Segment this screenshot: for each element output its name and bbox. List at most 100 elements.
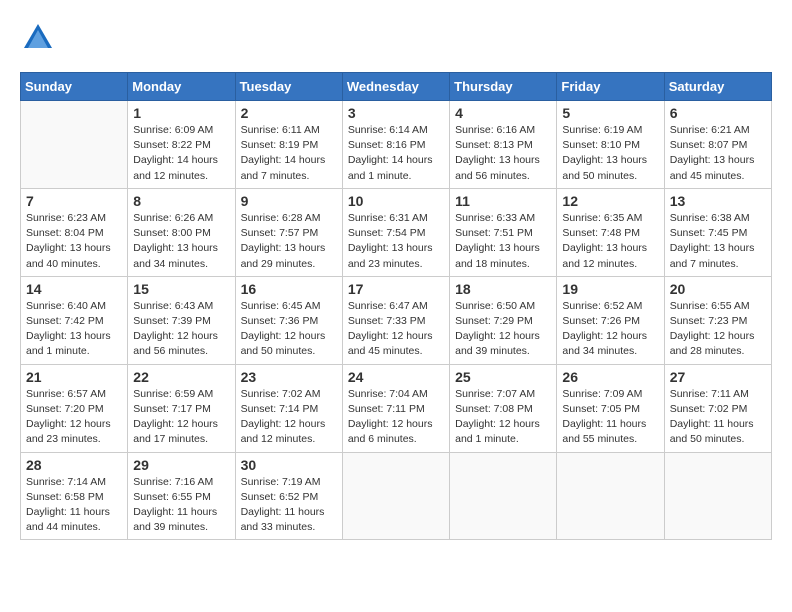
logo [20,20,62,56]
calendar-week-2: 7 Sunrise: 6:23 AM Sunset: 8:04 PM Daylig… [21,188,772,276]
calendar-cell: 23 Sunrise: 7:02 AM Sunset: 7:14 PM Dayli… [235,364,342,452]
day-number: 1 [133,105,229,121]
calendar-week-1: 1 Sunrise: 6:09 AM Sunset: 8:22 PM Daylig… [21,101,772,189]
calendar-cell [557,452,664,540]
day-number: 23 [241,369,337,385]
calendar-cell: 3 Sunrise: 6:14 AM Sunset: 8:16 PM Daylig… [342,101,449,189]
day-info: Sunrise: 6:23 AM Sunset: 8:04 PM Dayligh… [26,211,122,272]
day-info: Sunrise: 7:16 AM Sunset: 6:55 PM Dayligh… [133,475,229,536]
day-number: 18 [455,281,551,297]
day-number: 10 [348,193,444,209]
day-number: 27 [670,369,766,385]
calendar-cell: 18 Sunrise: 6:50 AM Sunset: 7:29 PM Dayli… [450,276,557,364]
day-info: Sunrise: 7:04 AM Sunset: 7:11 PM Dayligh… [348,387,444,448]
calendar-cell: 1 Sunrise: 6:09 AM Sunset: 8:22 PM Daylig… [128,101,235,189]
day-header-saturday: Saturday [664,73,771,101]
calendar-cell: 26 Sunrise: 7:09 AM Sunset: 7:05 PM Dayli… [557,364,664,452]
calendar-cell: 30 Sunrise: 7:19 AM Sunset: 6:52 PM Dayli… [235,452,342,540]
day-number: 28 [26,457,122,473]
day-number: 21 [26,369,122,385]
day-header-friday: Friday [557,73,664,101]
day-number: 29 [133,457,229,473]
calendar-cell: 9 Sunrise: 6:28 AM Sunset: 7:57 PM Daylig… [235,188,342,276]
calendar-cell: 24Sunrise: 7:04 AM Sunset: 7:11 PM Dayli… [342,364,449,452]
day-info: Sunrise: 6:19 AM Sunset: 8:10 PM Dayligh… [562,123,658,184]
calendar-cell: 10 Sunrise: 6:31 AM Sunset: 7:54 PM Dayli… [342,188,449,276]
calendar-week-3: 14 Sunrise: 6:40 AM Sunset: 7:42 PM Dayli… [21,276,772,364]
calendar-cell: 2Sunrise: 6:11 AM Sunset: 8:19 PM Daylig… [235,101,342,189]
day-number: 6 [670,105,766,121]
day-info: Sunrise: 6:45 AM Sunset: 7:36 PM Dayligh… [241,299,337,360]
day-header-sunday: Sunday [21,73,128,101]
day-number: 2 [241,105,337,121]
day-number: 17 [348,281,444,297]
calendar-header-row: SundayMondayTuesdayWednesdayThursdayFrid… [21,73,772,101]
calendar-cell: 11Sunrise: 6:33 AM Sunset: 7:51 PM Dayli… [450,188,557,276]
calendar-week-4: 21 Sunrise: 6:57 AM Sunset: 7:20 PM Dayli… [21,364,772,452]
day-number: 30 [241,457,337,473]
calendar-cell: 28Sunrise: 7:14 AM Sunset: 6:58 PM Dayli… [21,452,128,540]
day-info: Sunrise: 7:07 AM Sunset: 7:08 PM Dayligh… [455,387,551,448]
day-info: Sunrise: 6:14 AM Sunset: 8:16 PM Dayligh… [348,123,444,184]
calendar-cell: 19 Sunrise: 6:52 AM Sunset: 7:26 PM Dayli… [557,276,664,364]
day-info: Sunrise: 7:09 AM Sunset: 7:05 PM Dayligh… [562,387,658,448]
day-info: Sunrise: 6:21 AM Sunset: 8:07 PM Dayligh… [670,123,766,184]
day-number: 14 [26,281,122,297]
day-header-thursday: Thursday [450,73,557,101]
calendar-cell: 29 Sunrise: 7:16 AM Sunset: 6:55 PM Dayli… [128,452,235,540]
day-number: 3 [348,105,444,121]
calendar-cell: 8Sunrise: 6:26 AM Sunset: 8:00 PM Daylig… [128,188,235,276]
calendar-cell: 22Sunrise: 6:59 AM Sunset: 7:17 PM Dayli… [128,364,235,452]
day-number: 22 [133,369,229,385]
day-info: Sunrise: 7:11 AM Sunset: 7:02 PM Dayligh… [670,387,766,448]
day-info: Sunrise: 6:50 AM Sunset: 7:29 PM Dayligh… [455,299,551,360]
day-header-tuesday: Tuesday [235,73,342,101]
calendar-cell: 14 Sunrise: 6:40 AM Sunset: 7:42 PM Dayli… [21,276,128,364]
day-info: Sunrise: 7:19 AM Sunset: 6:52 PM Dayligh… [241,475,337,536]
day-number: 7 [26,193,122,209]
day-number: 16 [241,281,337,297]
calendar-cell [450,452,557,540]
day-number: 26 [562,369,658,385]
day-info: Sunrise: 6:47 AM Sunset: 7:33 PM Dayligh… [348,299,444,360]
calendar-cell: 6 Sunrise: 6:21 AM Sunset: 8:07 PM Daylig… [664,101,771,189]
calendar-cell: 27 Sunrise: 7:11 AM Sunset: 7:02 PM Dayli… [664,364,771,452]
day-number: 12 [562,193,658,209]
day-info: Sunrise: 6:16 AM Sunset: 8:13 PM Dayligh… [455,123,551,184]
day-info: Sunrise: 7:02 AM Sunset: 7:14 PM Dayligh… [241,387,337,448]
day-header-monday: Monday [128,73,235,101]
calendar-cell: 13Sunrise: 6:38 AM Sunset: 7:45 PM Dayli… [664,188,771,276]
calendar-cell: 16 Sunrise: 6:45 AM Sunset: 7:36 PM Dayli… [235,276,342,364]
calendar-week-5: 28Sunrise: 7:14 AM Sunset: 6:58 PM Dayli… [21,452,772,540]
day-info: Sunrise: 6:33 AM Sunset: 7:51 PM Dayligh… [455,211,551,272]
page-header [20,20,772,56]
day-number: 20 [670,281,766,297]
calendar-cell [664,452,771,540]
day-info: Sunrise: 6:28 AM Sunset: 7:57 PM Dayligh… [241,211,337,272]
day-info: Sunrise: 6:38 AM Sunset: 7:45 PM Dayligh… [670,211,766,272]
calendar-cell: 4 Sunrise: 6:16 AM Sunset: 8:13 PM Daylig… [450,101,557,189]
day-header-wednesday: Wednesday [342,73,449,101]
day-info: Sunrise: 6:09 AM Sunset: 8:22 PM Dayligh… [133,123,229,184]
calendar-cell: 12 Sunrise: 6:35 AM Sunset: 7:48 PM Dayli… [557,188,664,276]
day-info: Sunrise: 6:55 AM Sunset: 7:23 PM Dayligh… [670,299,766,360]
calendar-table: SundayMondayTuesdayWednesdayThursdayFrid… [20,72,772,540]
day-number: 9 [241,193,337,209]
calendar-cell [342,452,449,540]
day-info: Sunrise: 6:57 AM Sunset: 7:20 PM Dayligh… [26,387,122,448]
day-info: Sunrise: 6:52 AM Sunset: 7:26 PM Dayligh… [562,299,658,360]
day-number: 19 [562,281,658,297]
day-info: Sunrise: 6:31 AM Sunset: 7:54 PM Dayligh… [348,211,444,272]
day-number: 25 [455,369,551,385]
day-info: Sunrise: 6:35 AM Sunset: 7:48 PM Dayligh… [562,211,658,272]
day-info: Sunrise: 6:26 AM Sunset: 8:00 PM Dayligh… [133,211,229,272]
calendar-cell [21,101,128,189]
calendar-cell: 7 Sunrise: 6:23 AM Sunset: 8:04 PM Daylig… [21,188,128,276]
calendar-cell: 20 Sunrise: 6:55 AM Sunset: 7:23 PM Dayli… [664,276,771,364]
logo-icon [20,20,56,56]
calendar-cell: 17 Sunrise: 6:47 AM Sunset: 7:33 PM Dayli… [342,276,449,364]
day-info: Sunrise: 6:40 AM Sunset: 7:42 PM Dayligh… [26,299,122,360]
day-number: 4 [455,105,551,121]
day-number: 5 [562,105,658,121]
calendar-cell: 5 Sunrise: 6:19 AM Sunset: 8:10 PM Daylig… [557,101,664,189]
